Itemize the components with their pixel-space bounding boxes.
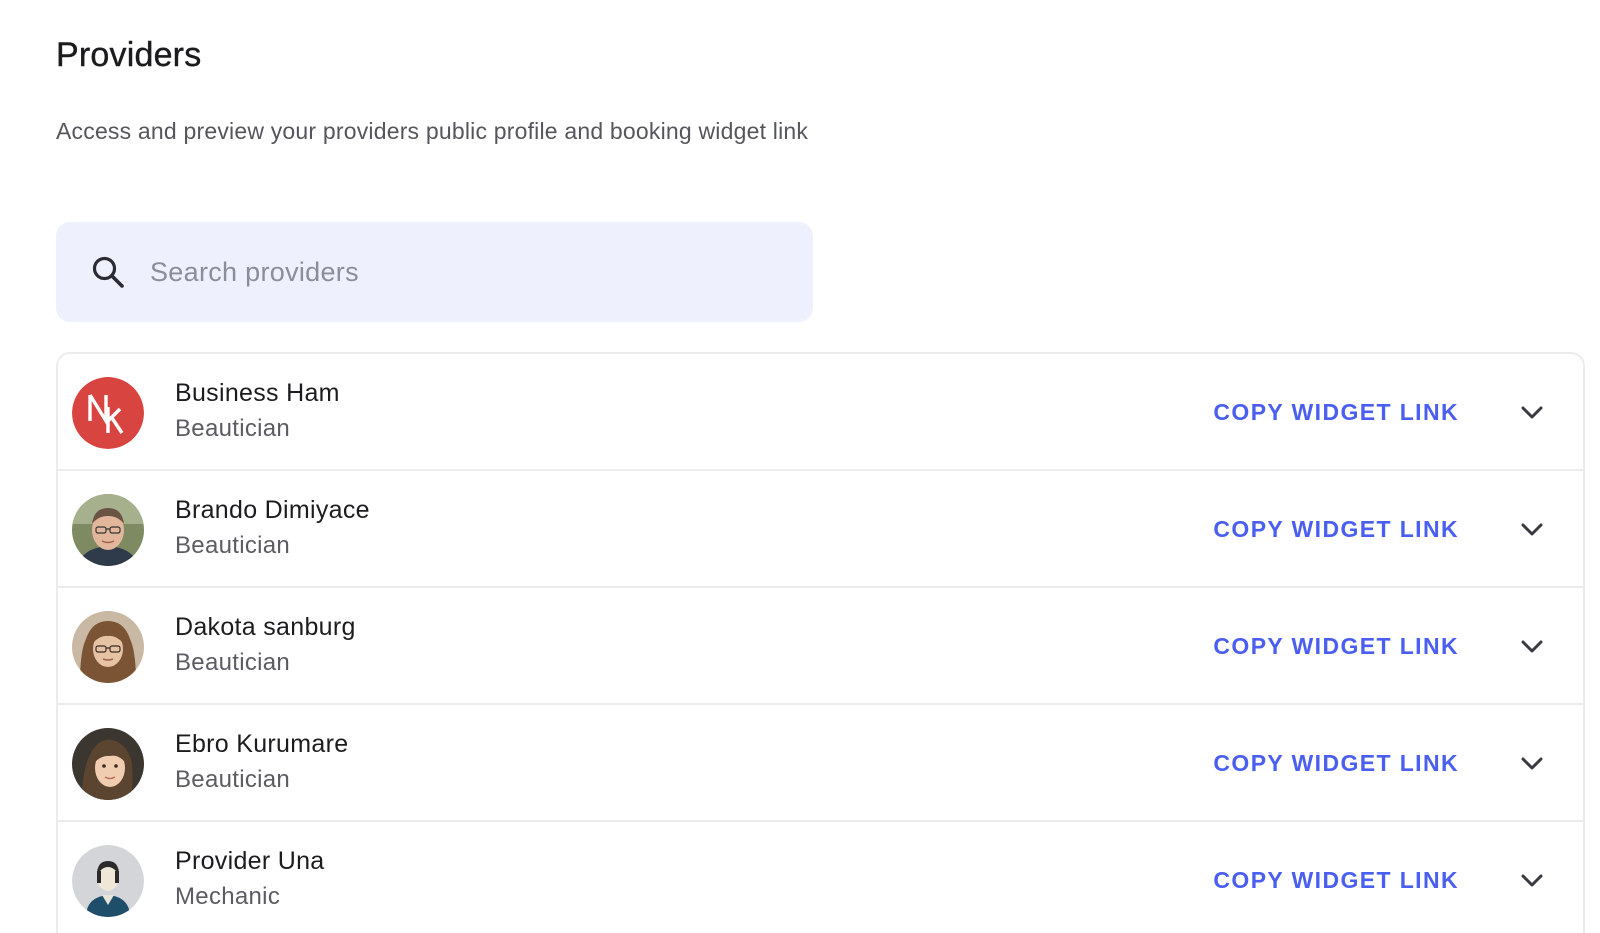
provider-role: Beautician [175, 532, 291, 559]
copy-widget-link-button[interactable]: COPY WIDGET LINK [1213, 748, 1459, 778]
page-subtitle: Access and preview your providers public… [56, 118, 809, 144]
copy-widget-link-button[interactable]: COPY WIDGET LINK [1213, 631, 1459, 661]
search-icon [88, 252, 128, 292]
search-bar[interactable] [56, 222, 813, 322]
provider-name: Brando Dimiyace [175, 496, 370, 524]
avatar [72, 377, 144, 449]
page-title: Providers [56, 36, 202, 74]
woman-portrait-icon [72, 611, 144, 683]
provider-info: Ebro Kurumare Beautician [175, 729, 348, 795]
default-user-icon [72, 845, 144, 917]
provider-info: Provider Una Mechanic [175, 846, 325, 912]
provider-name: Dakota sanburg [175, 613, 356, 641]
chevron-down-icon[interactable] [1517, 515, 1547, 545]
chevron-down-icon[interactable] [1517, 398, 1547, 428]
avatar [72, 611, 144, 683]
provider-role: Beautician [175, 766, 291, 793]
man-portrait-icon [72, 494, 144, 566]
nk-logo-icon [72, 377, 144, 449]
provider-info: Dakota sanburg Beautician [175, 612, 356, 678]
list-item[interactable]: Provider Una Mechanic COPY WIDGET LINK [58, 822, 1583, 933]
providers-page: Providers Access and preview your provid… [0, 0, 1600, 933]
copy-widget-link-button[interactable]: COPY WIDGET LINK [1213, 514, 1459, 544]
provider-info: Brando Dimiyace Beautician [175, 495, 370, 561]
provider-name: Provider Una [175, 847, 325, 875]
list-item[interactable]: Ebro Kurumare Beautician COPY WIDGET LIN… [58, 705, 1583, 822]
chevron-down-icon[interactable] [1517, 866, 1547, 896]
avatar [72, 845, 144, 917]
copy-widget-link-button[interactable]: COPY WIDGET LINK [1213, 865, 1459, 895]
provider-role: Mechanic [175, 883, 281, 910]
avatar [72, 728, 144, 800]
list-item[interactable]: Brando Dimiyace Beautician COPY WIDGET L… [58, 471, 1583, 588]
provider-role: Beautician [175, 649, 291, 676]
chevron-down-icon[interactable] [1517, 749, 1547, 779]
provider-role: Beautician [175, 415, 291, 442]
avatar [72, 494, 144, 566]
provider-info: Business Ham Beautician [175, 378, 340, 444]
copy-widget-link-button[interactable]: COPY WIDGET LINK [1213, 397, 1459, 427]
provider-name: Ebro Kurumare [175, 730, 349, 758]
chevron-down-icon[interactable] [1517, 632, 1547, 662]
list-item[interactable]: Business Ham Beautician COPY WIDGET LINK [58, 354, 1583, 471]
search-input[interactable] [148, 255, 752, 289]
provider-list: Business Ham Beautician COPY WIDGET LINK [56, 352, 1585, 933]
woman-portrait-icon [72, 728, 144, 800]
list-item[interactable]: Dakota sanburg Beautician COPY WIDGET LI… [58, 588, 1583, 705]
provider-name: Business Ham [175, 379, 340, 407]
